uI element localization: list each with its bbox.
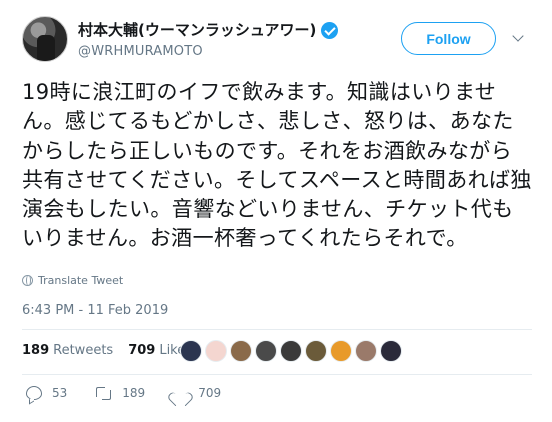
retweets-count[interactable]: 189 <box>22 343 49 358</box>
likers-avatars <box>180 340 402 362</box>
liker-avatar[interactable] <box>280 340 302 362</box>
liker-avatar[interactable] <box>230 340 252 362</box>
author-info[interactable]: 村本大輔(ウーマンラッシュアワー) @WRHMURAMOTO <box>78 20 339 61</box>
translate-label[interactable]: Translate Tweet <box>38 274 123 287</box>
tweet-actions: 53 189 709 <box>26 386 248 400</box>
retweet-icon <box>94 386 112 400</box>
like-button[interactable]: 709 <box>172 386 221 400</box>
display-name[interactable]: 村本大輔(ウーマンラッシュアワー) <box>78 21 339 40</box>
heart-icon <box>172 386 188 400</box>
liker-avatar[interactable] <box>380 340 402 362</box>
liker-avatar[interactable] <box>180 340 202 362</box>
tweet-timestamp[interactable]: 6:43 PM - 11 Feb 2019 <box>22 303 168 318</box>
retweet-count: 189 <box>122 386 146 400</box>
display-name-text[interactable]: 村本大輔(ウーマンラッシュアワー) <box>78 21 316 40</box>
liker-avatar[interactable] <box>255 340 277 362</box>
reply-icon <box>26 386 42 400</box>
retweets-label[interactable]: Retweets <box>53 343 113 358</box>
retweet-button[interactable]: 189 <box>94 386 145 400</box>
reply-count: 53 <box>52 386 68 400</box>
liker-avatar[interactable] <box>330 340 352 362</box>
liker-avatar[interactable] <box>305 340 327 362</box>
divider <box>22 329 532 330</box>
reply-button[interactable]: 53 <box>26 386 67 400</box>
follow-button[interactable]: Follow <box>401 22 496 55</box>
liker-avatar[interactable] <box>355 340 377 362</box>
user-handle[interactable]: @WRHMURAMOTO <box>78 43 338 61</box>
liker-avatar[interactable] <box>205 340 227 362</box>
divider <box>22 374 532 375</box>
verified-badge-icon <box>321 22 339 39</box>
like-count: 709 <box>198 386 222 400</box>
tweet-header: 村本大輔(ウーマンラッシュアワー) @WRHMURAMOTO Follow <box>22 16 532 64</box>
tweet-text: 19時に浪江町のイフで飲みます。知識はいりません。感じてるもどかしさ、悲しさ、怒… <box>22 80 532 251</box>
tweet-stats: 189 Retweets 709 Likes <box>22 343 192 358</box>
likes-count[interactable]: 709 <box>128 343 155 358</box>
translate-tweet-link[interactable]: Translate Tweet <box>22 274 123 287</box>
chevron-down-icon[interactable] <box>512 30 524 42</box>
avatar[interactable] <box>22 16 68 62</box>
retweets-stat[interactable]: 189 Retweets <box>22 343 113 358</box>
globe-icon <box>22 275 33 286</box>
